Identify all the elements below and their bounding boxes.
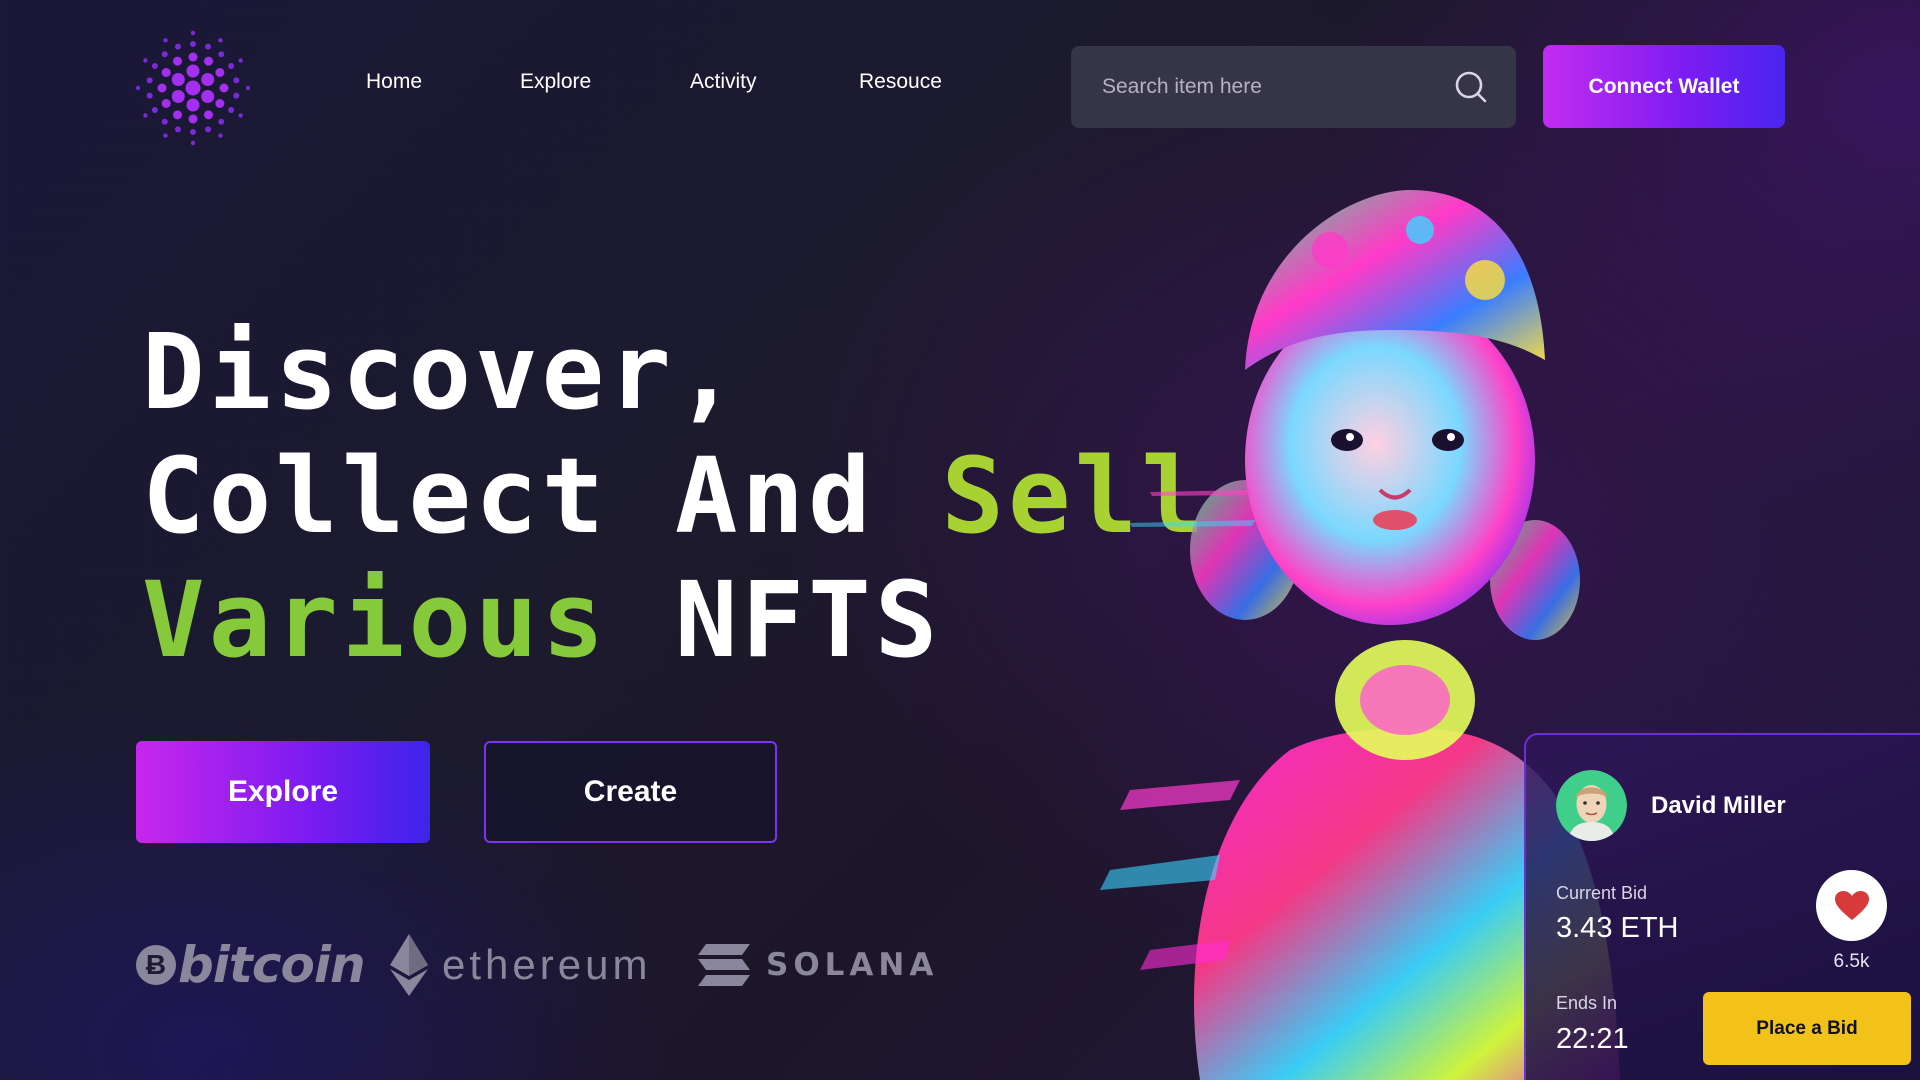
logo-dot — [228, 63, 235, 69]
hero-title-line-2: Collect And Sell — [142, 444, 1208, 548]
logo-dot — [190, 129, 196, 135]
explore-button[interactable]: Explore — [136, 741, 430, 843]
logo-dot — [190, 30, 196, 36]
hero-title-line-3: Various NFTS — [142, 568, 941, 672]
logo-dot — [219, 83, 229, 93]
hero-text-various: Various — [142, 559, 609, 681]
logo-dot — [143, 113, 148, 118]
bitcoin-icon: Ƀ — [136, 945, 176, 985]
logo-dot — [228, 107, 235, 113]
logo-dot — [238, 58, 243, 63]
avatar[interactable] — [1556, 770, 1627, 841]
logo-dot — [157, 83, 167, 93]
logo-dot — [201, 73, 215, 86]
logo-dot — [173, 56, 182, 66]
logo-dot — [185, 80, 201, 96]
logo-dot — [143, 58, 148, 63]
ends-in-value: 22:21 — [1556, 1023, 1629, 1055]
solana-icon — [698, 944, 750, 986]
logo-dot — [151, 63, 158, 69]
logo-dot — [146, 77, 153, 84]
place-bid-button[interactable]: Place a Bid — [1703, 992, 1911, 1065]
logo-dot — [204, 56, 213, 66]
logo-dot — [188, 52, 198, 62]
nav-explore-link[interactable]: Explore — [520, 70, 591, 94]
logo-dot — [163, 38, 168, 43]
logo-dot — [218, 51, 225, 58]
search-icon[interactable] — [1454, 70, 1488, 104]
logo-dot — [171, 73, 185, 86]
brand-logo[interactable] — [132, 30, 254, 146]
logo-dot — [215, 99, 225, 108]
logo-dot — [190, 41, 196, 47]
logo-dot — [161, 99, 171, 108]
heart-icon — [1834, 890, 1869, 920]
logo-dot — [174, 43, 181, 50]
logo-dot — [245, 85, 251, 91]
logo-dot — [173, 110, 182, 120]
logo-dot — [161, 68, 171, 77]
logo-dot — [171, 90, 185, 103]
logo-dot — [204, 110, 213, 120]
connect-wallet-button[interactable]: Connect Wallet — [1543, 45, 1785, 128]
logo-dot — [218, 133, 223, 138]
logo-dot — [135, 85, 141, 91]
current-bid-label: Current Bid — [1556, 883, 1648, 903]
user-avatar-icon — [1556, 770, 1627, 841]
logo-dot — [161, 118, 168, 125]
logo-dot — [238, 113, 243, 118]
logo-dot — [215, 68, 225, 77]
bid-card: David Miller Current Bid 3.43 ETH 6.5k E… — [1524, 733, 1920, 1080]
ends-in-label: Ends In — [1556, 993, 1618, 1013]
logo-dot — [218, 118, 225, 125]
logo-dot — [186, 98, 200, 112]
logo-dot — [161, 51, 168, 58]
logo-dot — [188, 114, 198, 124]
logo-dot — [205, 43, 212, 50]
logo-dot — [146, 92, 153, 99]
search-input[interactable] — [1102, 75, 1454, 99]
logo-dot — [186, 64, 200, 78]
logo-dot — [233, 92, 240, 99]
solana-logo: SOLANA — [698, 934, 938, 996]
current-bid-value: 3.43 ETH — [1556, 912, 1679, 944]
ethereum-icon — [390, 934, 428, 996]
solana-wordmark: SOLANA — [766, 947, 939, 983]
logo-dot — [233, 77, 240, 84]
bitcoin-wordmark: bitcoin — [178, 936, 366, 994]
ethereum-logo: ethereum — [390, 934, 651, 996]
nav-resource-link[interactable]: Resouce — [859, 70, 942, 94]
likes-count: 6.5k — [1833, 951, 1870, 972]
search-bar — [1071, 46, 1516, 128]
ethereum-wordmark: ethereum — [442, 941, 652, 988]
nav-home-link[interactable]: Home — [366, 70, 422, 94]
logo-dot — [205, 126, 212, 133]
logo-dot — [201, 90, 215, 103]
logo-dot — [163, 133, 168, 138]
hero-text-nfts: NFTS — [608, 559, 942, 681]
logo-dot — [190, 140, 196, 146]
nav-activity-link[interactable]: Activity — [690, 70, 757, 94]
logo-dot — [174, 126, 181, 133]
owner-name[interactable]: David Miller — [1651, 792, 1786, 820]
hero-text-collect-and: Collect And — [142, 435, 942, 557]
logo-dot — [151, 107, 158, 113]
create-button[interactable]: Create — [484, 741, 777, 843]
bitcoin-logo: Ƀ bitcoin — [136, 934, 366, 996]
hero-title-line-1: Discover, — [142, 311, 742, 433]
like-button[interactable] — [1816, 870, 1887, 941]
logo-dot — [218, 38, 223, 43]
